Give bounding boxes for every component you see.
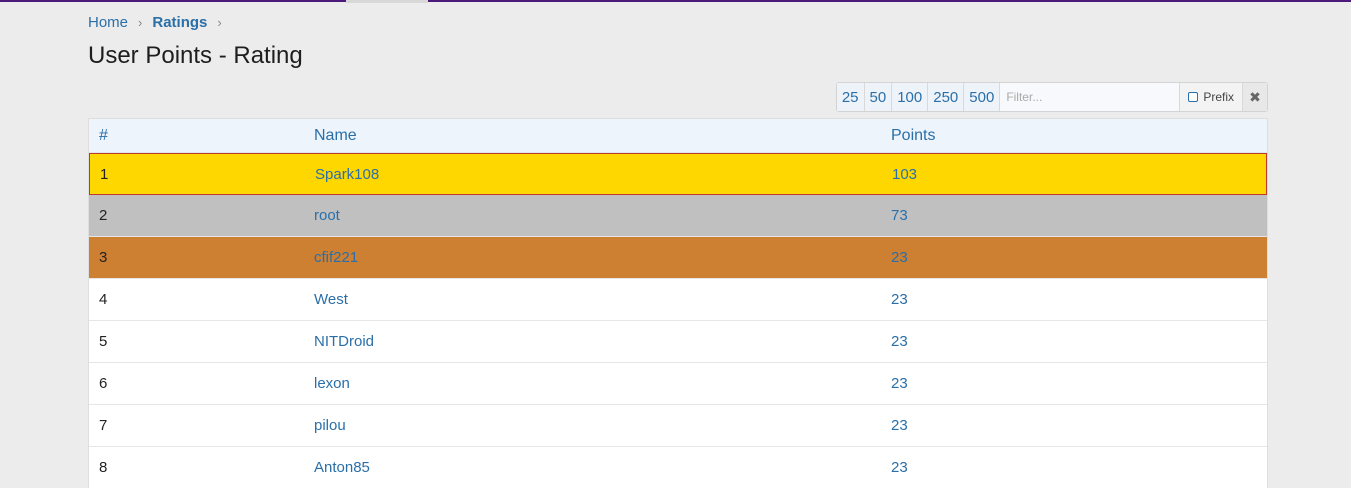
- table-row: 3 cfif221 23: [89, 237, 1267, 279]
- rank-cell: 2: [99, 207, 108, 224]
- rank-cell: 3: [99, 249, 108, 266]
- clear-filter-icon[interactable]: ✖: [1243, 83, 1267, 111]
- rank-cell: 8: [99, 459, 108, 476]
- table-row: 1 Spark108 103: [89, 153, 1267, 195]
- table-row: 7 pilou 23: [89, 405, 1267, 447]
- table-row: 4 West 23: [89, 279, 1267, 321]
- user-name-link[interactable]: Spark108: [315, 166, 892, 183]
- top-accent-bar: [0, 0, 1351, 2]
- table-row: 6 lexon 23: [89, 363, 1267, 405]
- points-link[interactable]: 23: [891, 417, 1267, 434]
- rank-cell: 4: [99, 291, 108, 308]
- page-title: User Points - Rating: [88, 42, 303, 69]
- page-size-25-button[interactable]: 25: [836, 83, 865, 111]
- table-header-row: # Name Points: [89, 119, 1267, 153]
- table-row: 8 Anton85 23: [89, 447, 1267, 488]
- rank-cell: 1: [100, 165, 109, 183]
- table-toolbar: 25 50 100 250 500 Prefix ✖: [835, 82, 1268, 112]
- chevron-right-icon: ›: [138, 15, 143, 30]
- points-link[interactable]: 23: [891, 249, 1267, 266]
- chevron-right-icon: ›: [217, 15, 222, 30]
- rank-cell: 7: [99, 417, 108, 434]
- prefix-toggle[interactable]: Prefix: [1180, 83, 1243, 111]
- prefix-label: Prefix: [1203, 90, 1234, 104]
- table-row: 2 root 73: [89, 195, 1267, 237]
- user-name-link[interactable]: cfif221: [314, 249, 891, 266]
- user-name-link[interactable]: Anton85: [314, 459, 891, 476]
- rank-cell: 5: [99, 333, 108, 350]
- breadcrumb: Home › Ratings ›: [88, 14, 232, 31]
- header-rank[interactable]: #: [89, 127, 314, 145]
- header-name[interactable]: Name: [314, 127, 891, 145]
- page-size-500-button[interactable]: 500: [964, 83, 1001, 111]
- header-points[interactable]: Points: [891, 127, 1267, 145]
- user-name-link[interactable]: lexon: [314, 375, 891, 392]
- user-name-link[interactable]: NITDroid: [314, 333, 891, 350]
- user-name-link[interactable]: West: [314, 291, 891, 308]
- page-size-50-button[interactable]: 50: [864, 83, 893, 111]
- table-body: 1 Spark108 103 2 root 73 3 cfif221 23 4 West 23 5 NIT…: [89, 153, 1267, 488]
- points-link[interactable]: 23: [891, 291, 1267, 308]
- points-link[interactable]: 73: [891, 207, 1267, 224]
- user-name-link[interactable]: root: [314, 207, 891, 224]
- user-name-link[interactable]: pilou: [314, 417, 891, 434]
- page-size-100-button[interactable]: 100: [892, 83, 929, 111]
- top-tab-indicator: [346, 0, 428, 3]
- table-row: 5 NITDroid 23: [89, 321, 1267, 363]
- rank-cell: 6: [99, 375, 108, 392]
- breadcrumb-ratings-link[interactable]: Ratings: [152, 14, 207, 31]
- points-link[interactable]: 23: [891, 375, 1267, 392]
- filter-input[interactable]: [1000, 83, 1181, 111]
- page-size-250-button[interactable]: 250: [928, 83, 965, 111]
- points-link[interactable]: 23: [891, 459, 1267, 476]
- prefix-checkbox[interactable]: [1188, 92, 1199, 102]
- points-link[interactable]: 23: [891, 333, 1267, 350]
- rating-table: # Name Points 1 Spark108 103 2 root 73 3 cfif22…: [88, 118, 1268, 488]
- breadcrumb-home-link[interactable]: Home: [88, 14, 128, 31]
- points-link[interactable]: 103: [892, 166, 1266, 183]
